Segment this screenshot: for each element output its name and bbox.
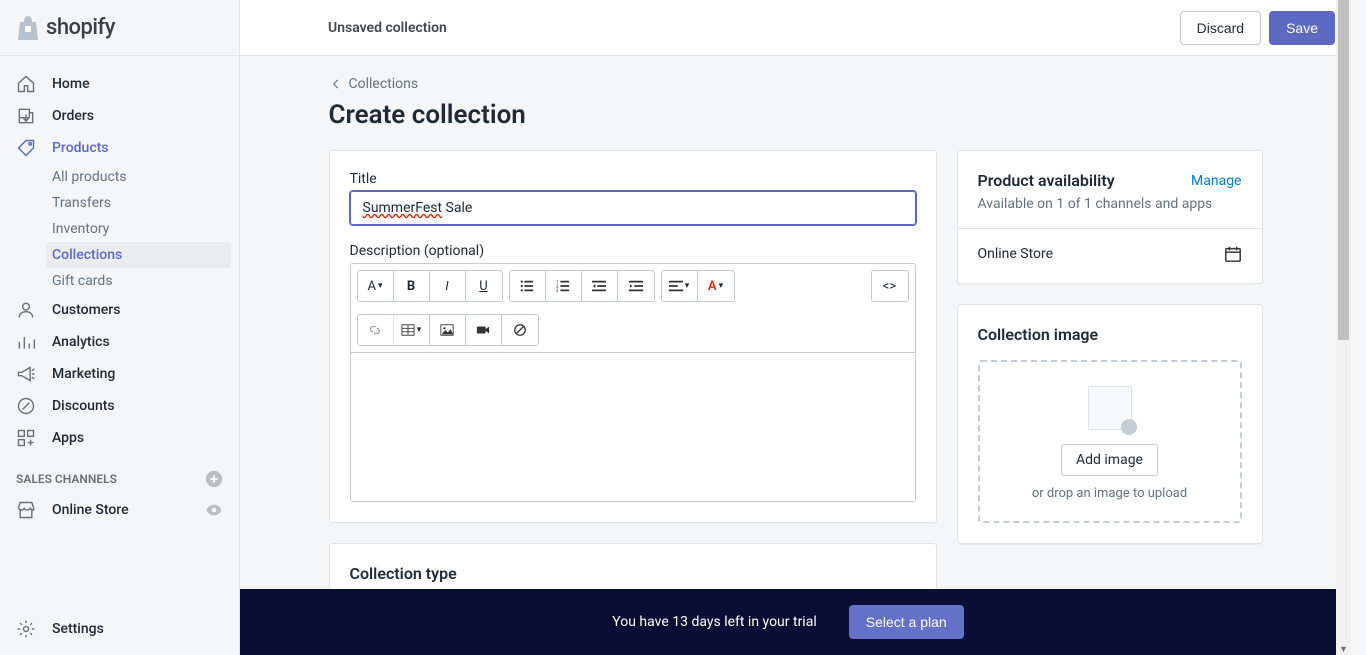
rte-outdent-button[interactable]: [582, 271, 618, 301]
rte-toolbar: A▾ B I U 123: [350, 263, 916, 352]
rte-video-button[interactable]: [466, 315, 502, 345]
dropzone-hint: or drop an image to upload: [992, 486, 1228, 501]
rte-align-button[interactable]: ▾: [662, 271, 698, 301]
chevron-left-icon: [329, 77, 343, 91]
nav-products[interactable]: Products: [0, 132, 239, 164]
tag-icon: [16, 138, 36, 158]
title-desc-card: Title SummerFest Sale Description (optio…: [329, 150, 937, 523]
rte-ol-button[interactable]: 123: [546, 271, 582, 301]
subnav-transfers[interactable]: Transfers: [52, 190, 239, 216]
image-card: Collection image Add image or drop an im…: [957, 304, 1263, 544]
rte-link-button: [358, 315, 394, 345]
scroll-thumb[interactable]: [1338, 0, 1349, 340]
image-dropzone[interactable]: Add image or drop an image to upload: [978, 360, 1242, 523]
breadcrumb-back[interactable]: Collections: [329, 76, 1263, 92]
collection-type-head: Collection type: [350, 564, 916, 583]
nav-discounts[interactable]: Discounts: [0, 390, 239, 422]
store-icon: [16, 500, 36, 520]
rte-underline-button[interactable]: U: [466, 271, 502, 301]
ul-icon: [520, 279, 534, 293]
rte-ul-button[interactable]: [510, 271, 546, 301]
eye-icon[interactable]: [205, 501, 223, 519]
trial-bar: You have 13 days left in your trial Sele…: [240, 589, 1336, 655]
channel-online-store: Online Store: [978, 246, 1054, 262]
nav-analytics[interactable]: Analytics: [0, 326, 239, 358]
description-label: Description (optional): [350, 243, 916, 259]
home-icon: [16, 74, 36, 94]
discard-button[interactable]: Discard: [1180, 11, 1261, 45]
person-icon: [16, 300, 36, 320]
topbar-title: Unsaved collection: [328, 20, 447, 36]
add-image-button[interactable]: Add image: [1061, 444, 1158, 476]
orders-icon: [16, 106, 36, 126]
subnav-gift-cards[interactable]: Gift cards: [52, 268, 239, 294]
nav-orders[interactable]: Orders: [0, 100, 239, 132]
video-icon: [476, 323, 490, 337]
image-head: Collection image: [978, 325, 1242, 344]
title-input[interactable]: SummerFest Sale: [350, 191, 916, 225]
rte-table-button[interactable]: ▾: [394, 315, 430, 345]
table-icon: [401, 323, 415, 337]
rte-italic-button[interactable]: I: [430, 271, 466, 301]
availability-head: Product availability: [978, 171, 1115, 190]
channels-head: SALES CHANNELS: [0, 454, 239, 494]
add-channel-icon[interactable]: [205, 470, 223, 488]
rte-clear-button[interactable]: [502, 315, 538, 345]
manage-link[interactable]: Manage: [1191, 173, 1241, 189]
calendar-icon[interactable]: [1224, 245, 1242, 263]
ol-icon: 123: [556, 279, 570, 293]
nav: Home Orders Products All products Transf…: [0, 56, 239, 603]
outdent-icon: [592, 279, 606, 293]
image-icon: [440, 323, 454, 337]
scrollbar[interactable]: ▲ ▼: [1336, 0, 1351, 655]
image-placeholder-icon: [1088, 386, 1132, 430]
nav-home[interactable]: Home: [0, 68, 239, 100]
apps-icon: [16, 428, 36, 448]
clear-icon: [513, 323, 527, 337]
nav-apps[interactable]: Apps: [0, 422, 239, 454]
rte-indent-button[interactable]: [618, 271, 654, 301]
nav-marketing[interactable]: Marketing: [0, 358, 239, 390]
brand-text: shopify: [46, 15, 115, 40]
save-button[interactable]: Save: [1269, 11, 1335, 45]
logo[interactable]: shopify: [0, 0, 239, 56]
bars-icon: [16, 332, 36, 352]
rte-color-button[interactable]: A▾: [698, 271, 734, 301]
gear-icon: [16, 619, 36, 639]
align-icon: [669, 279, 683, 293]
subnav-collections[interactable]: Collections: [46, 242, 231, 268]
nav-customers[interactable]: Customers: [0, 294, 239, 326]
rte-image-button[interactable]: [430, 315, 466, 345]
select-plan-button[interactable]: Select a plan: [849, 605, 964, 639]
indent-icon: [629, 279, 643, 293]
title-label: Title: [350, 171, 916, 187]
link-icon: [368, 323, 382, 337]
trial-message: You have 13 days left in your trial: [612, 614, 816, 630]
sidebar: shopify Home Orders Products All product…: [0, 0, 240, 655]
topbar: Unsaved collection Discard Save: [240, 0, 1351, 56]
availability-sub: Available on 1 of 1 channels and apps: [978, 196, 1242, 212]
megaphone-icon: [16, 364, 36, 384]
scroll-down-icon[interactable]: ▼: [1339, 644, 1348, 653]
subnav-inventory[interactable]: Inventory: [52, 216, 239, 242]
availability-card: Product availability Manage Available on…: [957, 150, 1263, 284]
shopify-bag-icon: [16, 15, 40, 41]
main: Unsaved collection Discard Save Collecti…: [240, 0, 1351, 655]
collection-type-card: Collection type: [329, 543, 937, 590]
nav-products-sub: All products Transfers Inventory Collect…: [0, 164, 239, 294]
svg-text:3: 3: [556, 289, 559, 293]
rte-bold-button[interactable]: B: [394, 271, 430, 301]
discount-icon: [16, 396, 36, 416]
page-title: Create collection: [329, 100, 1263, 130]
rte-html-button[interactable]: <>: [872, 271, 908, 301]
rte-font-button[interactable]: A▾: [358, 271, 394, 301]
description-editor[interactable]: [350, 352, 916, 502]
nav-settings[interactable]: Settings: [0, 603, 239, 655]
nav-online-store[interactable]: Online Store: [0, 494, 239, 526]
subnav-all-products[interactable]: All products: [52, 164, 239, 190]
